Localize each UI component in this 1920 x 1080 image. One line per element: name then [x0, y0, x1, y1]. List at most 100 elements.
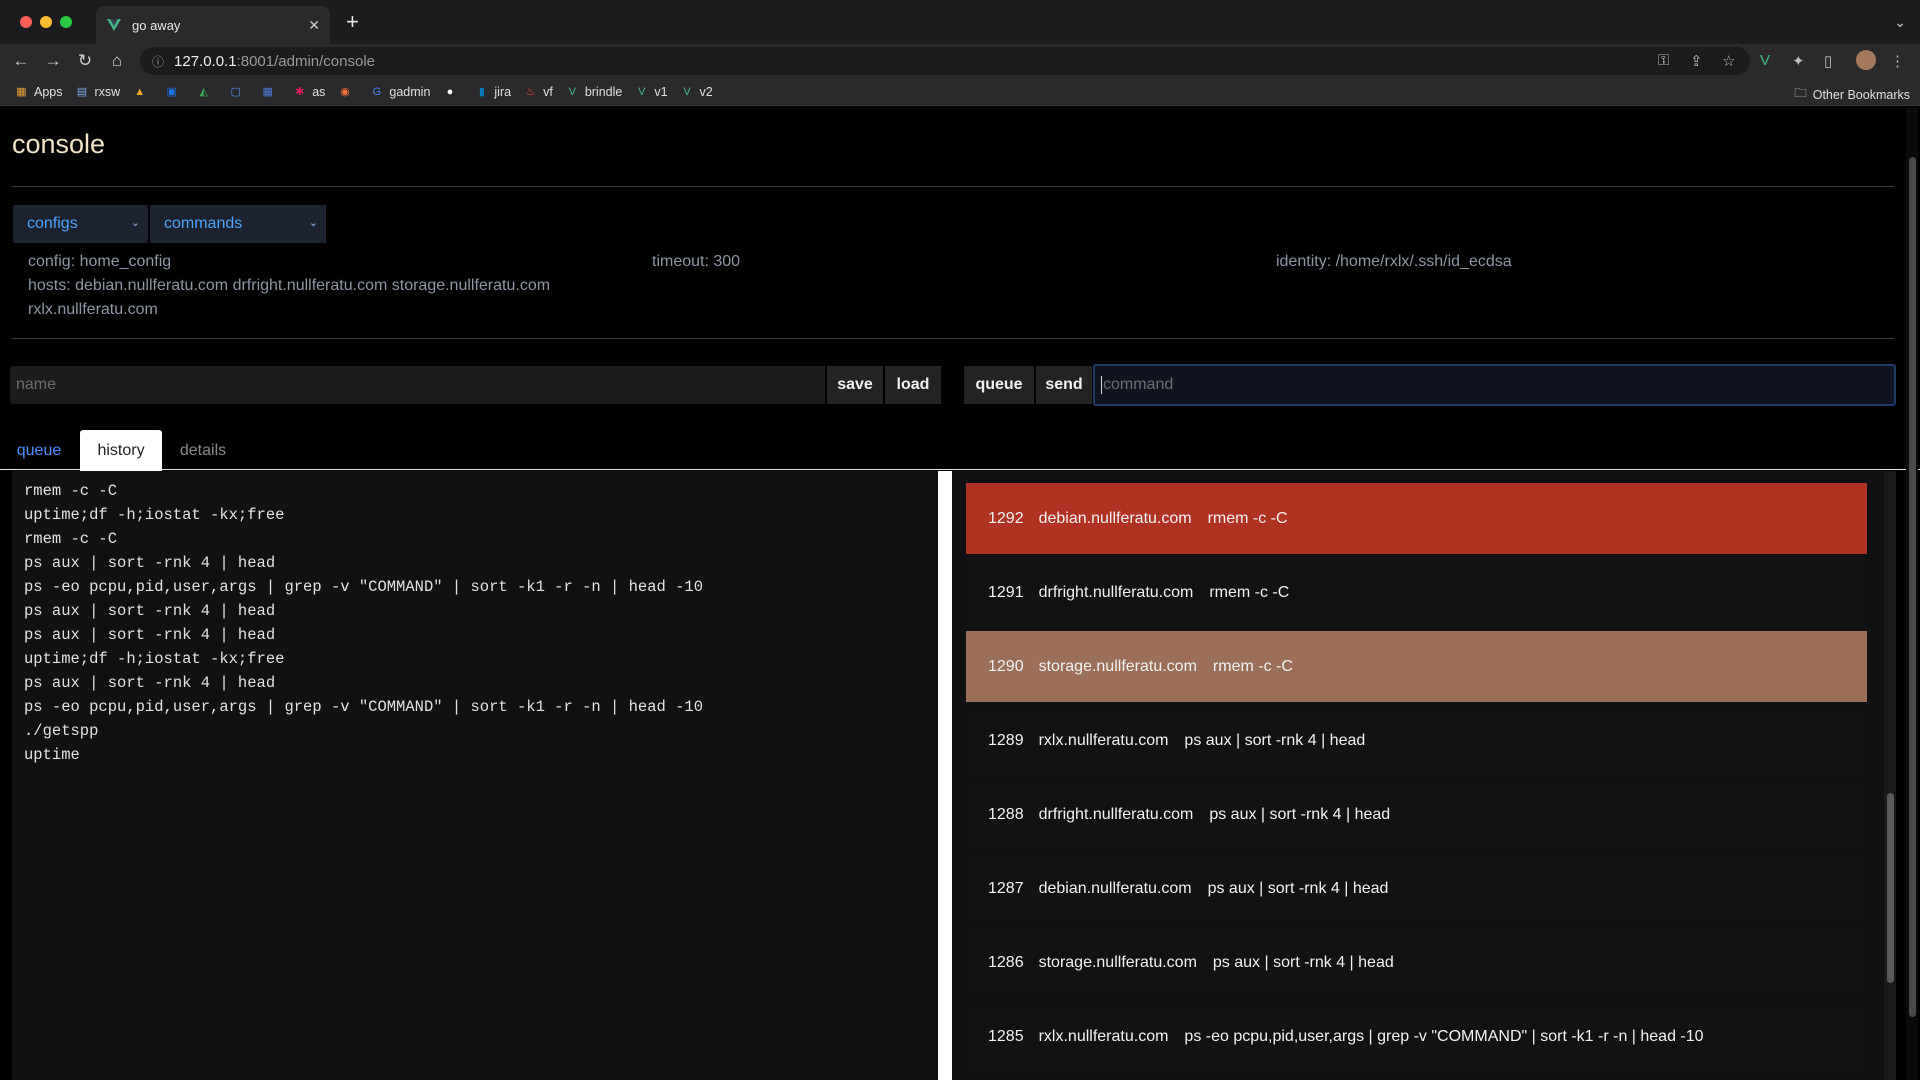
- reload-button[interactable]: ↻: [74, 50, 96, 72]
- bookmark-item[interactable]: Vv1: [634, 84, 667, 99]
- command-input[interactable]: command: [1093, 364, 1896, 406]
- rxsw-icon: ▤: [76, 86, 88, 98]
- result-host: rxlx.nullferatu.com: [1038, 731, 1169, 749]
- result-row[interactable]: 1291 drfright.nullferatu.com rmem -c -C: [966, 557, 1867, 628]
- results-scrollbar[interactable]: [1884, 471, 1896, 1080]
- bookmark-item[interactable]: ▲: [132, 84, 152, 99]
- history-command-item[interactable]: rmem -c -C: [24, 527, 938, 551]
- history-command-item[interactable]: ps aux | sort -rnk 4 | head: [24, 551, 938, 575]
- minimize-window-button[interactable]: [40, 16, 52, 28]
- zoom-window-button[interactable]: [60, 16, 72, 28]
- history-command-item[interactable]: uptime;df -h;iostat -kx;free: [24, 647, 938, 671]
- bookmark-item[interactable]: ▣: [164, 84, 184, 99]
- commands-select[interactable]: commands ⌄: [150, 205, 326, 243]
- bookmark-label: gadmin: [389, 84, 431, 99]
- bookmark-item[interactable]: ●: [442, 84, 462, 99]
- history-command-item[interactable]: ps -eo pcpu,pid,user,args | grep -v "COM…: [24, 695, 938, 719]
- tab-details[interactable]: details: [170, 430, 236, 471]
- identity-info: identity: /home/rxlx/.ssh/id_ecdsa: [1276, 253, 1512, 270]
- bookmark-item[interactable]: ✱ as: [292, 84, 325, 99]
- history-command-item[interactable]: uptime;df -h;iostat -kx;free: [24, 503, 938, 527]
- forward-button[interactable]: →: [42, 50, 64, 72]
- apps-grid-icon: ▦: [16, 86, 27, 98]
- result-row[interactable]: 1288 drfright.nullferatu.com ps aux | sort…: [966, 779, 1867, 850]
- bookmark-label: v2: [699, 84, 713, 99]
- panel-divider: [938, 471, 952, 1080]
- page-title: console: [12, 129, 106, 159]
- tab-queue[interactable]: queue: [8, 430, 70, 471]
- scrollbar-thumb[interactable]: [1887, 793, 1894, 983]
- bookmark-item[interactable]: ▦: [260, 84, 280, 99]
- bookmark-item[interactable]: ▢: [228, 84, 248, 99]
- bookmark-item[interactable]: ▮ jira: [474, 84, 511, 99]
- close-window-button[interactable]: [20, 16, 32, 28]
- result-command: rmem -c -C: [1207, 509, 1288, 527]
- page-scrollbar[interactable]: [1906, 107, 1918, 1080]
- browser-tab[interactable]: go away ✕: [96, 6, 330, 44]
- key-icon[interactable]: ⚿: [1658, 52, 1669, 69]
- bookmark-item[interactable]: ◉: [337, 84, 357, 99]
- bookmark-item[interactable]: ▦ Apps: [14, 84, 62, 99]
- commands-select-value: commands: [164, 215, 243, 232]
- vue-devtools-icon[interactable]: V: [1760, 52, 1770, 69]
- result-row[interactable]: 1287 debian.nullferatu.com ps aux | sort -…: [966, 853, 1867, 924]
- flame-icon: ♨: [525, 86, 536, 98]
- history-command-item[interactable]: ps aux | sort -rnk 4 | head: [24, 623, 938, 647]
- history-command-item[interactable]: rmem -c -C: [24, 479, 938, 503]
- history-command-item[interactable]: uptime: [24, 743, 938, 767]
- result-row[interactable]: 1289 rxlx.nullferatu.com ps aux | sort -rn…: [966, 705, 1867, 776]
- tab-history[interactable]: history: [80, 430, 162, 471]
- back-button[interactable]: ←: [10, 50, 32, 72]
- side-panel-icon[interactable]: ▯: [1824, 52, 1832, 70]
- history-command-item[interactable]: ps aux | sort -rnk 4 | head: [24, 671, 938, 695]
- bookmark-star-icon[interactable]: ☆: [1722, 52, 1735, 70]
- scrollbar-thumb[interactable]: [1909, 157, 1916, 1017]
- save-button[interactable]: save: [827, 366, 883, 404]
- google-icon: G: [372, 85, 382, 98]
- bookmark-item[interactable]: Ggadmin: [369, 84, 431, 99]
- site-info-icon[interactable]: ⓘ: [152, 53, 164, 70]
- bookmark-label: rxsw: [94, 84, 121, 99]
- share-icon[interactable]: ⇪: [1690, 52, 1703, 70]
- result-host: drfright.nullferatu.com: [1038, 583, 1194, 601]
- result-row[interactable]: 1285 rxlx.nullferatu.com ps -eo pcpu,pid,u…: [966, 1001, 1867, 1072]
- bookmark-item[interactable]: ♨ vf: [523, 84, 553, 99]
- bookmark-item[interactable]: Vbrindle: [565, 84, 623, 99]
- load-button[interactable]: load: [885, 366, 941, 404]
- config-line: config: home_config: [28, 253, 172, 270]
- result-row[interactable]: 1286 storage.nullferatu.com ps aux | sort …: [966, 927, 1867, 998]
- name-placeholder: name: [16, 376, 57, 393]
- trello-icon: ▮: [478, 86, 485, 98]
- hosts-line: hosts: debian.nullferatu.com drfright.nu…: [28, 277, 551, 294]
- profile-avatar[interactable]: [1856, 50, 1876, 70]
- github-icon: ●: [446, 85, 454, 98]
- history-command-item[interactable]: ./getspp: [24, 719, 938, 743]
- tab-search-chevron-icon[interactable]: ⌄: [1894, 14, 1906, 31]
- bookmark-label: vf: [543, 84, 553, 99]
- result-id: 1289: [988, 731, 1024, 749]
- panel-tabs: queue history details: [0, 430, 1920, 471]
- result-row[interactable]: 1290 storage.nullferatu.com rmem -c -C: [966, 631, 1867, 702]
- bookmark-item[interactable]: ◭: [196, 84, 216, 99]
- new-tab-button[interactable]: +: [346, 11, 359, 33]
- name-input[interactable]: name: [10, 366, 825, 404]
- queue-button[interactable]: queue: [964, 366, 1034, 404]
- send-button[interactable]: send: [1036, 366, 1092, 404]
- vue-icon: V: [683, 85, 691, 98]
- history-command-item[interactable]: ps aux | sort -rnk 4 | head: [24, 599, 938, 623]
- bookmark-item[interactable]: Vv2: [680, 84, 713, 99]
- text-caret: [1101, 376, 1102, 394]
- command-placeholder: command: [1103, 376, 1174, 393]
- result-id: 1286: [988, 953, 1024, 971]
- home-button[interactable]: ⌂: [106, 50, 128, 72]
- browser-menu-icon[interactable]: ⋮: [1890, 52, 1905, 70]
- bookmark-item[interactable]: ▤ rxsw: [75, 84, 121, 99]
- result-id: 1288: [988, 805, 1024, 823]
- configs-select[interactable]: configs ⌄: [13, 205, 148, 243]
- address-bar[interactable]: ⓘ 127.0.0.1:8001/admin/console: [140, 47, 1750, 75]
- close-tab-icon[interactable]: ✕: [308, 17, 320, 34]
- history-command-item[interactable]: ps -eo pcpu,pid,user,args | grep -v "COM…: [24, 575, 938, 599]
- result-row[interactable]: 1292 debian.nullferatu.com rmem -c -C: [966, 483, 1867, 554]
- extensions-puzzle-icon[interactable]: ✦: [1792, 52, 1805, 70]
- other-bookmarks[interactable]: 🗀 Other Bookmarks: [1794, 84, 1910, 105]
